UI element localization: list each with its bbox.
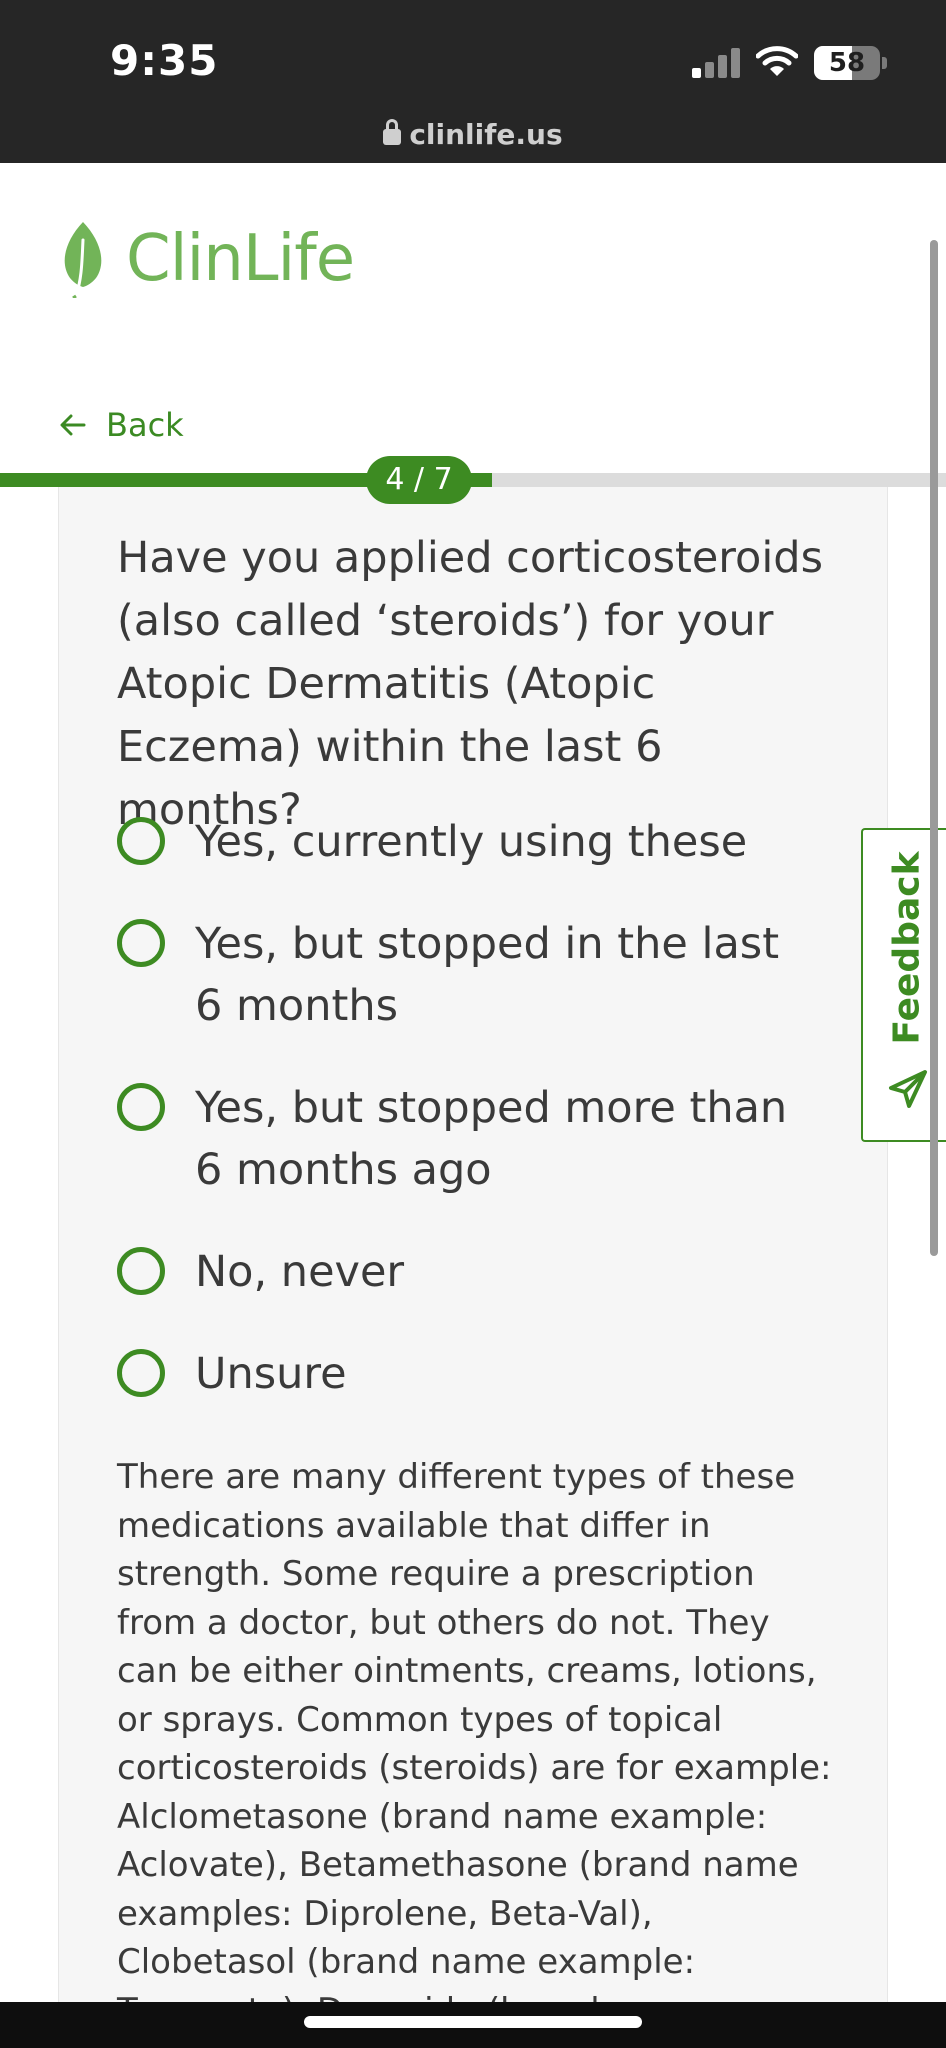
battery-level: 58 xyxy=(828,48,866,78)
status-bar: 9:35 58 clinlife.us xyxy=(0,0,946,163)
lock-icon xyxy=(383,119,402,145)
option-unsure[interactable]: Unsure xyxy=(117,1343,837,1405)
radio-button[interactable] xyxy=(117,1083,165,1131)
scrollbar[interactable] xyxy=(930,240,938,1256)
back-label: Back xyxy=(106,406,184,444)
arrow-left-icon xyxy=(60,414,86,436)
back-button[interactable]: Back xyxy=(60,406,184,444)
option-label: No, never xyxy=(195,1247,405,1297)
radio-button[interactable] xyxy=(117,817,165,865)
radio-button[interactable] xyxy=(117,1349,165,1397)
battery-icon: 58 xyxy=(814,46,880,80)
option-label: Yes, but stopped more than 6 months ago xyxy=(195,1083,788,1195)
option-yes-stopped-more-than-6-months[interactable]: Yes, but stopped more than 6 months ago xyxy=(117,1077,837,1201)
option-label: Yes, currently using these xyxy=(195,817,748,867)
logo-text: ClinLife xyxy=(126,222,355,296)
question-text: Have you applied corticosteroids (also c… xyxy=(117,533,823,835)
option-label: Yes, but stopped in the last 6 months xyxy=(195,919,780,1031)
info-text: There are many different types of these … xyxy=(117,1457,832,2048)
option-no-never[interactable]: No, never xyxy=(117,1241,837,1303)
feedback-label: Feedback xyxy=(886,851,928,1045)
leaf-icon xyxy=(64,222,102,298)
home-indicator[interactable] xyxy=(304,2016,642,2028)
question-card: Have you applied corticosteroids (also c… xyxy=(58,487,888,2048)
clinlife-logo[interactable]: ClinLife xyxy=(60,220,355,298)
address-bar[interactable]: clinlife.us xyxy=(0,118,946,151)
option-label: Unsure xyxy=(195,1349,347,1399)
radio-button[interactable] xyxy=(117,1247,165,1295)
cellular-signal-icon xyxy=(692,48,740,78)
status-time: 9:35 xyxy=(110,36,219,85)
url-text: clinlife.us xyxy=(409,118,563,151)
option-yes-stopped-last-6-months[interactable]: Yes, but stopped in the last 6 months xyxy=(117,913,837,1037)
send-icon xyxy=(889,1070,927,1108)
answer-options: Yes, currently using these Yes, but stop… xyxy=(117,811,837,1445)
radio-button[interactable] xyxy=(117,919,165,967)
battery-tip xyxy=(882,57,887,69)
progress-indicator: 4 / 7 xyxy=(366,456,472,504)
wifi-icon xyxy=(756,46,798,76)
option-yes-currently[interactable]: Yes, currently using these xyxy=(117,811,837,873)
